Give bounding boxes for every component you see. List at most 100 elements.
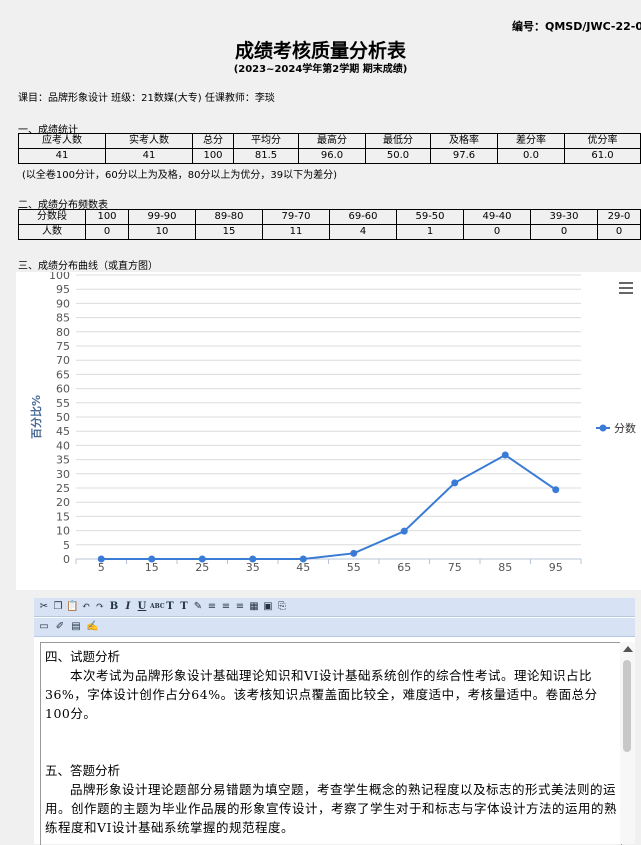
stats-header-cell: 应考人数 <box>18 133 106 149</box>
analysis-heading: 四、试题分析 <box>45 649 121 664</box>
data-point <box>299 555 307 563</box>
x-tick-label: 5 <box>98 561 105 574</box>
x-tick-label: 15 <box>145 561 159 574</box>
undo-icon[interactable]: ↶ <box>80 600 92 613</box>
scissors-icon[interactable]: ✂ <box>38 600 50 613</box>
align-left-icon[interactable]: ≡ <box>206 600 218 613</box>
frequency-range-cell: 79-70 <box>262 209 330 225</box>
data-point <box>97 555 105 563</box>
data-point <box>198 555 206 563</box>
data-point <box>249 555 257 563</box>
format-b-button[interactable]: B <box>108 600 120 613</box>
data-point <box>552 486 560 494</box>
page-title: 成绩考核质量分析表 <box>234 40 406 62</box>
y-tick-label: 35 <box>56 454 70 467</box>
note-icon[interactable]: ▤ <box>70 620 82 633</box>
data-point <box>501 451 509 459</box>
format-t-button[interactable]: T <box>178 600 190 613</box>
x-tick-label: 25 <box>195 561 209 574</box>
stats-header-cell: 优分率 <box>564 133 641 149</box>
layout-icon[interactable]: ▭ <box>38 620 50 633</box>
y-tick-label: 15 <box>56 510 70 523</box>
frequency-range-cell: 39-30 <box>530 209 598 225</box>
y-tick-label: 70 <box>56 354 70 367</box>
frequency-row-label: 人数 <box>18 224 86 240</box>
frequency-count-cell: 0 <box>597 224 641 240</box>
stats-header-cell: 及格率 <box>430 133 498 149</box>
frequency-count-cell: 0 <box>85 224 129 240</box>
editor-toolbar-row1: ✂ ❐ 📋 ↶ ↷ B I U ABC T T ✎ ≡ ≡ ≡ ▦ ▣ ⎘ <box>34 598 635 617</box>
frequency-count-cell: 10 <box>128 224 196 240</box>
stats-value-cell: 96.0 <box>298 148 366 164</box>
y-tick-label: 50 <box>56 411 70 424</box>
frequency-range-cell: 59-50 <box>396 209 464 225</box>
data-point <box>148 555 156 563</box>
frequency-range-cell: 69-60 <box>329 209 397 225</box>
format-u-button[interactable]: U <box>136 600 148 613</box>
stats-header-cell: 最低分 <box>365 133 431 149</box>
legend-label: 分数 <box>614 422 636 435</box>
frequency-range-cell: 49-40 <box>463 209 531 225</box>
x-tick-label: 45 <box>296 561 310 574</box>
x-tick-label: 55 <box>347 561 361 574</box>
frequency-count-cell: 4 <box>329 224 397 240</box>
y-tick-label: 85 <box>56 312 70 325</box>
frequency-count-cell: 15 <box>195 224 263 240</box>
grading-note: (以全卷100分计，60分以上为及格，80分以上为优分，39以下为差分) <box>22 170 338 181</box>
x-tick-label: 95 <box>549 561 563 574</box>
rich-text-editor: ✂ ❐ 📋 ↶ ↷ B I U ABC T T ✎ ≡ ≡ ≡ ▦ ▣ ⎘ ▭ ✐ ▤ ✍ 四、试题分析 本次考试为品牌… <box>34 598 635 845</box>
y-tick-label: 5 <box>63 539 70 552</box>
pencil-icon[interactable]: ✐ <box>54 620 66 633</box>
scrollbar-thumb[interactable] <box>623 660 631 752</box>
align-right-icon[interactable]: ≡ <box>234 600 246 613</box>
format-abc-button[interactable]: ABC <box>150 600 165 613</box>
stats-value-cell: 41 <box>105 148 193 164</box>
copy-icon[interactable]: ❐ <box>52 600 64 613</box>
stats-value-cell: 50.0 <box>365 148 431 164</box>
x-tick-label: 35 <box>246 561 260 574</box>
editor-scrollbar[interactable] <box>620 642 635 844</box>
format-t-button[interactable]: T <box>164 600 176 613</box>
data-point <box>400 527 408 535</box>
document-code: 编号：QMSD/JWC-22-02 <box>512 20 641 33</box>
stats-value-cell: 61.0 <box>564 148 641 164</box>
series-line <box>101 453 557 560</box>
frequency-range-cell: 89-80 <box>195 209 263 225</box>
y-tick-label: 30 <box>56 468 70 481</box>
y-tick-label: 90 <box>56 297 70 310</box>
frequency-count-cell: 11 <box>262 224 330 240</box>
y-tick-label: 10 <box>56 525 70 538</box>
chart-menu-icon[interactable] <box>619 282 633 294</box>
scroll-up-arrow-icon[interactable] <box>623 646 633 652</box>
table-icon[interactable]: ▦ <box>248 600 260 613</box>
stats-header-cell: 平均分 <box>233 133 299 149</box>
answer-heading: 五、答题分析 <box>45 763 121 778</box>
paint-icon[interactable]: ✎ <box>192 600 204 613</box>
x-tick-label: 85 <box>498 561 512 574</box>
image-icon[interactable]: ▣ <box>262 600 274 613</box>
data-point <box>350 549 358 557</box>
edit-icon[interactable]: ✍ <box>86 620 98 633</box>
x-tick-label: 75 <box>448 561 462 574</box>
y-tick-label: 40 <box>56 439 70 452</box>
frequency-range-cell: 99-90 <box>128 209 196 225</box>
chart-svg: 0510152025303540455055606570758085909510… <box>29 272 636 574</box>
stats-table: 应考人数 实考人数 总分 平均分 最高分 最低分 及格率 差分率 优分率 41 … <box>18 133 641 164</box>
editor-content[interactable]: 四、试题分析 本次考试为品牌形象设计基础理论知识和VI设计基础系统创作的综合性考… <box>40 642 622 845</box>
stats-value-cell: 0.0 <box>497 148 565 164</box>
frequency-range-cell: 100 <box>85 209 129 225</box>
frequency-count-cell: 0 <box>530 224 598 240</box>
paste-icon[interactable]: 📋 <box>66 600 78 613</box>
frequency-count-cell: 1 <box>396 224 464 240</box>
x-tick-label: 65 <box>397 561 411 574</box>
y-axis-label: 百分比% <box>29 395 43 439</box>
format-i-button[interactable]: I <box>122 600 134 613</box>
stats-header-cell: 总分 <box>192 133 234 149</box>
redo-icon[interactable]: ↷ <box>94 600 106 613</box>
stats-header-row: 应考人数 实考人数 总分 平均分 最高分 最低分 及格率 差分率 优分率 <box>18 133 641 149</box>
link-icon[interactable]: ⎘ <box>276 600 288 613</box>
align-center-icon[interactable]: ≡ <box>220 600 232 613</box>
answer-paragraph: 品牌形象设计理论题部分易错题为填空题，考查学生概念的熟记程度以及标志的形式美法则… <box>45 782 618 835</box>
y-tick-label: 65 <box>56 368 70 381</box>
frequency-range-cell: 29-0 <box>597 209 641 225</box>
